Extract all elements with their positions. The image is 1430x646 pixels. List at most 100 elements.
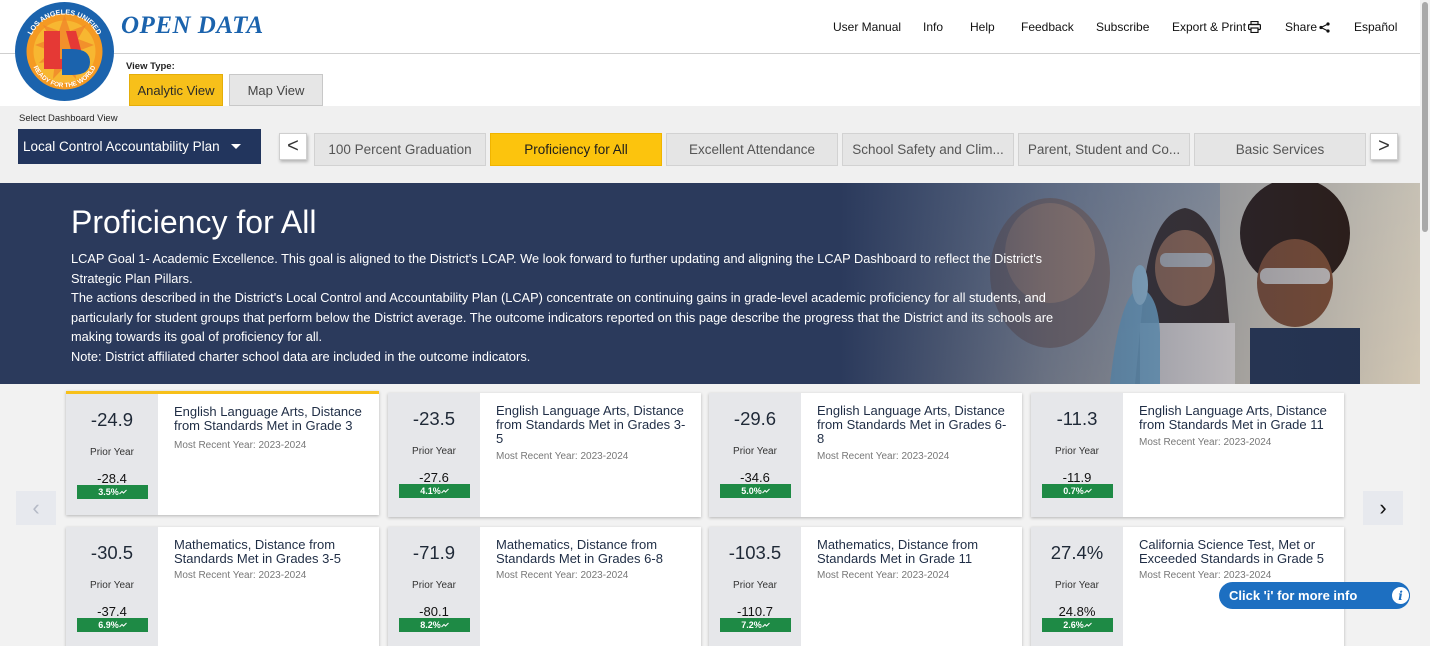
- card-recent-year: Most Recent Year: 2023-2024: [817, 451, 950, 462]
- card-change-value: 0.7%: [1063, 486, 1084, 496]
- indicator-card[interactable]: -11.3 Prior Year -11.9 0.7% English Lang…: [1031, 393, 1344, 517]
- analytic-view-button[interactable]: Analytic View: [129, 74, 223, 106]
- card-change-badge: 8.2%: [399, 618, 470, 632]
- nav-share[interactable]: Share: [1285, 20, 1330, 34]
- tab-basic-services[interactable]: Basic Services: [1194, 133, 1366, 166]
- indicator-card[interactable]: -103.5 Prior Year -110.7 7.2% Mathematic…: [709, 527, 1022, 646]
- nav-export-print[interactable]: Export & Print: [1172, 20, 1262, 34]
- trend-up-icon: [440, 488, 449, 494]
- card-title: Mathematics, Distance from Standards Met…: [817, 537, 979, 566]
- cards-next-button[interactable]: ›: [1363, 491, 1403, 525]
- card-value: -24.9: [90, 409, 134, 430]
- hero-line-actions: The actions described in the District's …: [71, 290, 1054, 345]
- card-title: English Language Arts, Distance from Sta…: [817, 403, 1007, 446]
- nav-info[interactable]: Info: [923, 20, 943, 34]
- more-info-pill[interactable]: Click 'i' for more info i: [1219, 582, 1410, 609]
- card-value: -29.6: [733, 408, 777, 429]
- card-change-value: 7.2%: [741, 620, 762, 630]
- dashboard-selector-band: Select Dashboard View Local Control Acco…: [0, 106, 1420, 183]
- card-recent-year: Most Recent Year: 2023-2024: [1139, 437, 1272, 448]
- tab-school-safety[interactable]: School Safety and Clim...: [842, 133, 1014, 166]
- dashboard-selected-value: Local Control Accountability Plan: [23, 139, 220, 154]
- tab-100-percent-graduation[interactable]: 100 Percent Graduation: [314, 133, 486, 166]
- nav-share-label: Share: [1285, 20, 1318, 34]
- indicator-card[interactable]: -30.5 Prior Year -37.4 6.9% Mathematics,…: [66, 527, 379, 646]
- indicator-card[interactable]: -71.9 Prior Year -80.1 8.2% Mathematics,…: [388, 527, 701, 646]
- card-change-badge: 5.0%: [720, 484, 791, 498]
- card-prior-label: Prior Year: [90, 580, 134, 591]
- map-view-button[interactable]: Map View: [229, 74, 323, 106]
- nav-export-print-label: Export & Print: [1172, 20, 1247, 34]
- indicator-card[interactable]: -24.9 Prior Year -28.4 3.5% English Lang…: [66, 391, 379, 515]
- dashboard-select-dropdown[interactable]: Local Control Accountability Plan: [18, 129, 261, 164]
- page-scrollbar-thumb[interactable]: [1422, 2, 1428, 232]
- tab-proficiency-for-all[interactable]: Proficiency for All: [490, 133, 662, 166]
- card-prior-value: -110.7: [737, 604, 773, 619]
- card-value: -103.5: [728, 542, 782, 563]
- lausd-logo[interactable]: LOS ANGELES UNIFIED READY FOR THE WORLD: [14, 1, 115, 102]
- hero-title: Proficiency for All: [71, 204, 317, 240]
- trend-up-icon: [440, 622, 449, 628]
- card-recent-year: Most Recent Year: 2023-2024: [1139, 570, 1272, 581]
- tabs-next-button[interactable]: >: [1370, 133, 1398, 160]
- more-info-label: Click 'i' for more info: [1229, 588, 1358, 603]
- top-header: OPEN DATA User Manual Info Help Feedback…: [0, 0, 1420, 54]
- card-prior-label: Prior Year: [1055, 580, 1099, 591]
- card-prior-value: 24.8%: [1058, 604, 1096, 619]
- info-icon[interactable]: i: [1391, 586, 1410, 605]
- card-recent-year: Most Recent Year: 2023-2024: [496, 570, 629, 581]
- chevron-down-icon: [231, 144, 241, 149]
- card-prior-value: -37.4: [97, 604, 127, 619]
- indicator-card[interactable]: -29.6 Prior Year -34.6 5.0% English Lang…: [709, 393, 1022, 517]
- card-change-badge: 2.6%: [1042, 618, 1113, 632]
- card-title: California Science Test, Met or Exceeded…: [1139, 537, 1325, 566]
- card-recent-year: Most Recent Year: 2023-2024: [174, 440, 307, 451]
- card-value: -23.5: [412, 408, 456, 429]
- card-value: 27.4%: [1050, 542, 1104, 563]
- nav-feedback[interactable]: Feedback: [1021, 20, 1074, 34]
- trend-up-icon: [1083, 488, 1092, 494]
- card-change-value: 3.5%: [98, 487, 119, 497]
- indicator-card[interactable]: -23.5 Prior Year -27.6 4.1% English Lang…: [388, 393, 701, 517]
- nav-help[interactable]: Help: [970, 20, 995, 34]
- card-change-value: 5.0%: [741, 486, 762, 496]
- trend-up-icon: [761, 622, 770, 628]
- tabs-prev-button[interactable]: <: [279, 133, 307, 160]
- card-change-value: 4.1%: [420, 486, 441, 496]
- trend-up-icon: [118, 489, 127, 495]
- app-root: OPEN DATA User Manual Info Help Feedback…: [0, 0, 1430, 646]
- hero-description: LCAP Goal 1- Academic Excellence. This g…: [71, 249, 1081, 367]
- card-recent-year: Most Recent Year: 2023-2024: [174, 570, 307, 581]
- nav-subscribe[interactable]: Subscribe: [1096, 20, 1149, 34]
- card-prior-value: -11.9: [1062, 470, 1092, 485]
- card-change-badge: 3.5%: [77, 485, 148, 499]
- card-prior-label: Prior Year: [412, 580, 456, 591]
- hero-banner: Proficiency for All LCAP Goal 1- Academi…: [0, 183, 1420, 384]
- card-prior-label: Prior Year: [733, 580, 777, 591]
- cards-prev-button[interactable]: ‹: [16, 491, 56, 525]
- card-value: -11.3: [1056, 408, 1098, 429]
- share-icon: [1319, 22, 1330, 33]
- card-prior-value: -80.1: [419, 604, 449, 619]
- card-title: Mathematics, Distance from Standards Met…: [496, 537, 663, 566]
- card-prior-label: Prior Year: [733, 446, 777, 457]
- nav-espanol[interactable]: Español: [1354, 20, 1397, 34]
- card-recent-year: Most Recent Year: 2023-2024: [496, 451, 629, 462]
- card-change-badge: 0.7%: [1042, 484, 1113, 498]
- top-nav: User Manual Info Help Feedback Subscribe…: [0, 20, 1420, 36]
- card-prior-label: Prior Year: [90, 447, 134, 458]
- hero-line-goal: LCAP Goal 1- Academic Excellence. This g…: [71, 251, 1043, 286]
- view-type-label: View Type:: [126, 61, 175, 72]
- card-change-badge: 7.2%: [720, 618, 791, 632]
- card-title: Mathematics, Distance from Standards Met…: [174, 537, 341, 566]
- tab-parent-student-community[interactable]: Parent, Student and Co...: [1018, 133, 1190, 166]
- card-change-badge: 4.1%: [399, 484, 470, 498]
- nav-user-manual[interactable]: User Manual: [833, 20, 901, 34]
- card-prior-label: Prior Year: [1055, 446, 1099, 457]
- tab-excellent-attendance[interactable]: Excellent Attendance: [666, 133, 838, 166]
- page-scrollbar[interactable]: [1420, 0, 1430, 646]
- card-change-badge: 6.9%: [77, 618, 148, 632]
- printer-icon: [1248, 20, 1262, 34]
- trend-up-icon: [1083, 622, 1092, 628]
- card-value: -71.9: [412, 542, 456, 563]
